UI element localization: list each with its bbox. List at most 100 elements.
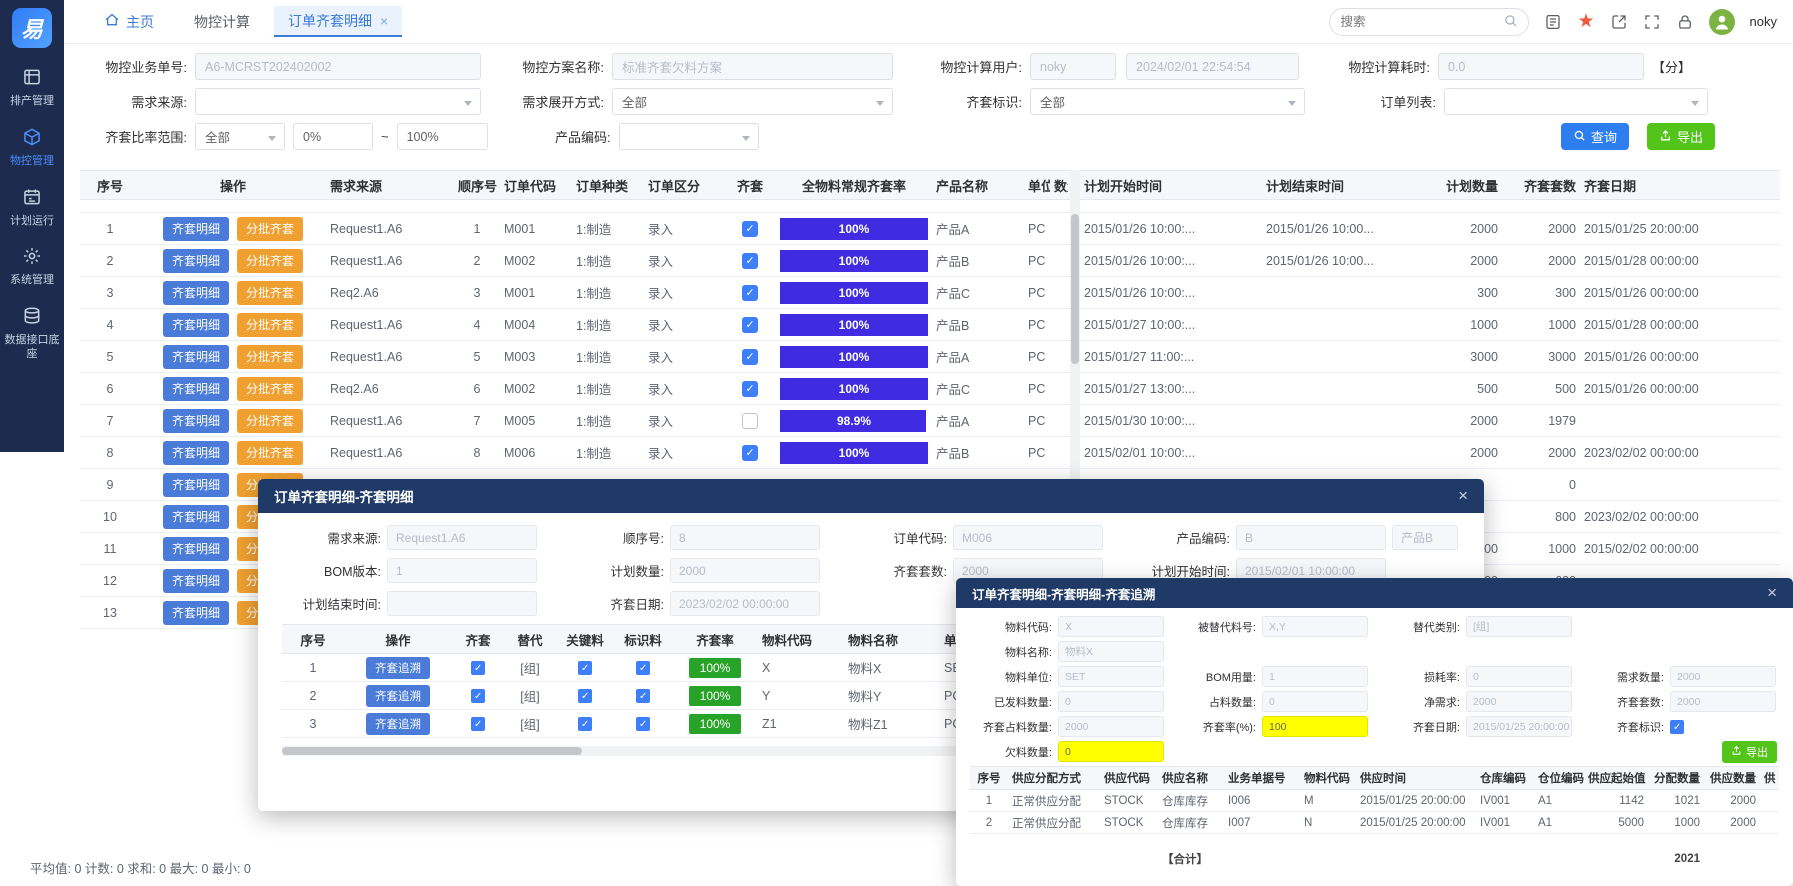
kit-trace-button[interactable]: 齐套追溯 <box>366 713 430 735</box>
plan-name-input[interactable]: 标准齐套欠料方案 <box>612 53 893 80</box>
batch-kit-button[interactable]: 分批齐套 <box>237 313 303 337</box>
field-input[interactable]: [组] <box>1466 616 1572 637</box>
field-input[interactable]: 0 <box>1466 666 1572 687</box>
modal-header[interactable]: 订单齐套明细-齐套明细-齐套追溯 × <box>956 578 1793 608</box>
batch-kit-button[interactable]: 分批齐套 <box>237 377 303 401</box>
share-icon[interactable] <box>1610 13 1628 31</box>
kit-detail-button[interactable]: 齐套明细 <box>163 601 229 625</box>
batch-kit-button[interactable]: 分批齐套 <box>237 249 303 273</box>
search-icon[interactable] <box>1503 13 1518 31</box>
field-input[interactable]: 2023/02/02 00:00:00 <box>670 591 820 616</box>
key-checkbox[interactable] <box>578 689 592 703</box>
tab-material-calc[interactable]: 物控计算 <box>180 6 264 37</box>
field-input[interactable]: 0 <box>1262 691 1368 712</box>
field-input[interactable]: Request1.A6 <box>387 525 537 550</box>
batch-kit-button[interactable]: 分批齐套 <box>237 409 303 433</box>
app-logo[interactable]: 易 <box>12 8 52 48</box>
kitted-checkbox[interactable] <box>742 221 758 237</box>
batch-kit-button[interactable]: 分批齐套 <box>237 441 303 465</box>
fullscreen-icon[interactable] <box>1643 13 1661 31</box>
field-input[interactable]: 2000 <box>1670 691 1776 712</box>
scrollbar-thumb[interactable] <box>282 747 582 755</box>
field-input[interactable]: 0 <box>1058 741 1164 762</box>
sidebar-item-data-base[interactable]: 数据接口底座 <box>0 297 64 371</box>
kit-detail-button[interactable]: 齐套明细 <box>163 249 229 273</box>
field-input[interactable]: 2015/01/25 20:00:00 <box>1466 716 1572 737</box>
kitted-checkbox[interactable] <box>742 381 758 397</box>
kit-detail-button[interactable]: 齐套明细 <box>163 537 229 561</box>
scrollbar-thumb[interactable] <box>1071 214 1079 364</box>
flag-checkbox[interactable] <box>636 717 650 731</box>
field-input[interactable]: 2000 <box>1466 691 1572 712</box>
kit-trace-button[interactable]: 齐套追溯 <box>366 657 430 679</box>
ratio-min-input[interactable]: 0% <box>293 123 373 150</box>
product-code-select[interactable] <box>619 123 759 150</box>
field-input[interactable]: 1 <box>1262 666 1368 687</box>
batch-kit-button[interactable]: 分批齐套 <box>237 345 303 369</box>
close-icon[interactable]: × <box>1458 486 1468 506</box>
field-input-extra[interactable]: 产品B <box>1392 525 1458 550</box>
flag-checkbox[interactable] <box>636 661 650 675</box>
order-list-select[interactable] <box>1444 88 1708 115</box>
sidebar-item-system[interactable]: 系统管理 <box>0 237 64 297</box>
kit-detail-button[interactable]: 齐套明细 <box>163 441 229 465</box>
kitted-checkbox[interactable] <box>471 717 485 731</box>
field-input[interactable]: 100 <box>1262 716 1368 737</box>
kitted-checkbox[interactable] <box>471 661 485 675</box>
field-input[interactable]: 2000 <box>1058 716 1164 737</box>
close-icon[interactable]: × <box>1767 583 1777 603</box>
batch-kit-button[interactable]: 分批齐套 <box>237 281 303 305</box>
calc-cost-input[interactable]: 0.0 <box>1438 53 1644 80</box>
demand-source-select[interactable] <box>195 88 481 115</box>
kitted-checkbox[interactable] <box>742 445 758 461</box>
kit-detail-button[interactable]: 齐套明细 <box>163 281 229 305</box>
modal-header[interactable]: 订单齐套明细-齐套明细 × <box>258 479 1484 513</box>
notes-icon[interactable] <box>1544 13 1562 31</box>
field-input[interactable]: 2000 <box>1670 666 1776 687</box>
ratio-max-input[interactable]: 100% <box>397 123 488 150</box>
field-input[interactable]: 8 <box>670 525 820 550</box>
field-input[interactable]: 物料X <box>1058 641 1164 662</box>
lock-icon[interactable] <box>1676 13 1694 31</box>
kitted-checkbox[interactable] <box>742 317 758 333</box>
search-input[interactable] <box>1340 15 1503 29</box>
batch-kit-button[interactable]: 分批齐套 <box>237 217 303 241</box>
field-input[interactable]: X <box>1058 616 1164 637</box>
field-input[interactable]: SET <box>1058 666 1164 687</box>
query-button[interactable]: 查询 <box>1561 123 1629 150</box>
calc-user-input[interactable]: noky <box>1030 53 1116 80</box>
sidebar-item-material-control[interactable]: 物控管理 <box>0 118 64 178</box>
tab-home[interactable]: 主页 <box>104 12 154 32</box>
kit-detail-button[interactable]: 齐套明细 <box>163 313 229 337</box>
kit-detail-button[interactable]: 齐套明细 <box>163 473 229 497</box>
kitted-checkbox[interactable] <box>742 349 758 365</box>
kitted-checkbox[interactable] <box>742 285 758 301</box>
user-avatar[interactable] <box>1709 9 1735 35</box>
kitted-checkbox[interactable] <box>471 689 485 703</box>
sidebar-item-scheduling[interactable]: 排产管理 <box>0 58 64 118</box>
field-input[interactable]: X,Y <box>1262 616 1368 637</box>
key-checkbox[interactable] <box>578 717 592 731</box>
field-input[interactable]: 0 <box>1058 691 1164 712</box>
field-input[interactable]: M006 <box>953 525 1103 550</box>
kit-flag-checkbox[interactable] <box>1670 720 1684 734</box>
field-input[interactable]: B <box>1236 525 1386 550</box>
field-input[interactable] <box>387 591 537 616</box>
kit-detail-button[interactable]: 齐套明细 <box>163 377 229 401</box>
kit-detail-button[interactable]: 齐套明细 <box>163 505 229 529</box>
biz-no-input[interactable]: A6-MCRST202402002 <box>195 53 481 80</box>
kit-detail-button[interactable]: 齐套明细 <box>163 569 229 593</box>
kit-flag-select[interactable]: 全部 <box>1030 88 1305 115</box>
field-input[interactable]: 2000 <box>670 558 820 583</box>
kit-detail-button[interactable]: 齐套明细 <box>163 217 229 241</box>
trace-export-button[interactable]: 导出 <box>1722 741 1777 763</box>
favorite-star-icon[interactable]: ★ <box>1577 12 1594 31</box>
flag-checkbox[interactable] <box>636 689 650 703</box>
calc-time-input[interactable]: 2024/02/01 22:54:54 <box>1126 53 1299 80</box>
tab-close-icon[interactable]: × <box>380 13 388 29</box>
tab-order-kit-detail[interactable]: 订单齐套明细 × <box>274 6 402 37</box>
kitted-checkbox[interactable] <box>742 253 758 269</box>
key-checkbox[interactable] <box>578 661 592 675</box>
field-input[interactable]: 1 <box>387 558 537 583</box>
ratio-range-select[interactable]: 全部 <box>195 123 285 150</box>
